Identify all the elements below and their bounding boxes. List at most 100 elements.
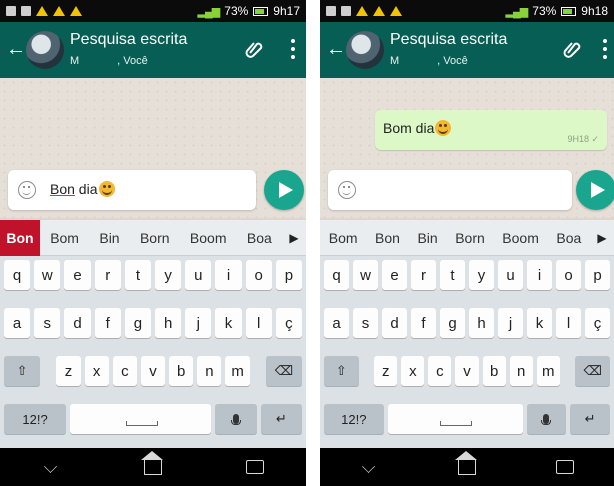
message-input[interactable]: Bon dia <box>8 170 256 210</box>
overflow-menu-icon[interactable] <box>290 39 296 59</box>
key[interactable]: u <box>185 260 212 290</box>
key[interactable]: l <box>245 308 272 338</box>
key[interactable]: c <box>112 356 137 386</box>
suggestion-item[interactable]: Boom <box>494 220 548 256</box>
chat-title[interactable]: Pesquisa escrita <box>390 31 507 49</box>
key[interactable]: d <box>64 308 91 338</box>
suggestion-item[interactable]: Bon <box>0 219 40 256</box>
avatar[interactable] <box>346 31 384 69</box>
nav-home-icon[interactable] <box>141 451 163 475</box>
backspace-icon[interactable]: ⌫ <box>575 356 611 386</box>
key[interactable]: d <box>382 308 407 338</box>
key[interactable]: x <box>84 356 109 386</box>
key[interactable]: k <box>527 308 552 338</box>
key[interactable]: u <box>498 260 523 290</box>
key[interactable]: x <box>401 356 425 386</box>
message-input[interactable] <box>328 170 572 210</box>
suggestion-item[interactable]: Born <box>130 220 180 256</box>
key[interactable]: z <box>374 356 398 386</box>
key[interactable]: z <box>56 356 81 386</box>
key[interactable]: b <box>482 356 506 386</box>
enter-icon[interactable]: ↵ <box>260 404 302 434</box>
space-key[interactable] <box>387 404 523 434</box>
smiley-icon[interactable] <box>18 181 36 199</box>
key[interactable]: h <box>155 308 182 338</box>
key[interactable]: e <box>64 260 91 290</box>
key[interactable]: m <box>536 356 560 386</box>
suggestion-item[interactable]: Bin <box>409 220 447 256</box>
key[interactable]: n <box>197 356 222 386</box>
space-key[interactable] <box>70 404 212 434</box>
key[interactable]: q <box>324 260 349 290</box>
suggestion-item[interactable]: Bon <box>366 220 408 256</box>
send-icon[interactable] <box>264 170 304 210</box>
arrow-left-icon[interactable]: ← <box>6 39 26 59</box>
suggestion-item[interactable]: Boa <box>548 220 590 256</box>
key[interactable]: c <box>428 356 452 386</box>
microphone-icon[interactable] <box>215 404 257 434</box>
key[interactable]: ç <box>585 308 610 338</box>
key[interactable]: i <box>527 260 552 290</box>
outgoing-message[interactable]: Bom dia 9H18 ✓ <box>375 110 607 150</box>
key[interactable]: n <box>509 356 533 386</box>
microphone-icon[interactable] <box>526 404 567 434</box>
nav-home-icon[interactable] <box>455 451 477 475</box>
key[interactable]: r <box>411 260 436 290</box>
overflow-menu-icon[interactable] <box>602 39 608 59</box>
key[interactable]: y <box>469 260 494 290</box>
key[interactable]: j <box>498 308 523 338</box>
suggestion-item[interactable]: Bin <box>89 220 130 256</box>
key[interactable]: p <box>275 260 303 290</box>
suggestion-item[interactable]: Boom <box>180 220 237 256</box>
enter-icon[interactable]: ↵ <box>570 404 610 434</box>
key[interactable]: s <box>353 308 378 338</box>
chevron-right-icon[interactable]: ▶ <box>282 220 306 256</box>
key[interactable]: ç <box>275 308 303 338</box>
nav-back-icon[interactable] <box>42 458 60 476</box>
key[interactable]: t <box>124 260 152 290</box>
avatar[interactable] <box>26 31 64 69</box>
key[interactable]: l <box>556 308 581 338</box>
key[interactable]: h <box>469 308 494 338</box>
key[interactable]: w <box>34 260 61 290</box>
symbols-key[interactable]: 12!? <box>324 404 384 434</box>
suggestion-item[interactable]: Born <box>446 220 493 256</box>
key[interactable]: o <box>556 260 581 290</box>
key[interactable]: a <box>4 308 31 338</box>
chevron-right-icon[interactable]: ▶ <box>590 220 614 256</box>
key[interactable]: m <box>225 356 250 386</box>
key[interactable]: e <box>382 260 407 290</box>
suggestion-item[interactable]: Boa <box>237 220 282 256</box>
backspace-icon[interactable]: ⌫ <box>265 356 303 386</box>
key[interactable]: q <box>4 260 31 290</box>
symbols-key[interactable]: 12!? <box>4 404 67 434</box>
key[interactable]: y <box>155 260 182 290</box>
paperclip-icon[interactable] <box>244 39 264 59</box>
smiley-icon[interactable] <box>338 181 356 199</box>
nav-back-icon[interactable] <box>360 458 378 476</box>
paperclip-icon[interactable] <box>562 39 582 59</box>
key[interactable]: r <box>94 260 121 290</box>
key[interactable]: f <box>411 308 436 338</box>
key[interactable]: j <box>185 308 212 338</box>
key[interactable]: v <box>455 356 479 386</box>
key[interactable]: f <box>94 308 121 338</box>
key[interactable]: t <box>440 260 465 290</box>
key[interactable]: s <box>34 308 61 338</box>
key[interactable]: p <box>585 260 610 290</box>
message-input-text[interactable]: Bon dia <box>50 181 115 197</box>
nav-recent-icon[interactable] <box>556 460 574 474</box>
key[interactable]: g <box>440 308 465 338</box>
key[interactable]: g <box>124 308 152 338</box>
shift-icon[interactable]: ⇧ <box>324 356 359 386</box>
key[interactable]: b <box>169 356 194 386</box>
chat-title[interactable]: Pesquisa escrita <box>70 31 187 49</box>
suggestion-item[interactable]: Bom <box>320 220 366 256</box>
key[interactable]: k <box>215 308 242 338</box>
key[interactable]: o <box>245 260 272 290</box>
shift-icon[interactable]: ⇧ <box>4 356 41 386</box>
key[interactable]: v <box>140 356 166 386</box>
arrow-left-icon[interactable]: ← <box>326 39 346 59</box>
key[interactable]: w <box>353 260 378 290</box>
key[interactable]: a <box>324 308 349 338</box>
